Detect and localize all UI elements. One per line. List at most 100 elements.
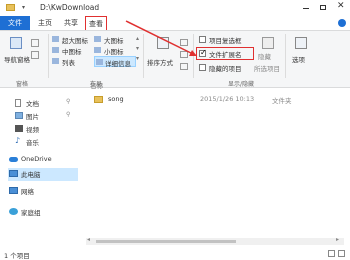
add-columns-icon[interactable] bbox=[180, 51, 188, 58]
sort-label: 排序方式 bbox=[147, 59, 173, 67]
separator bbox=[48, 34, 49, 78]
scroll-left-icon[interactable]: ◂ bbox=[87, 236, 90, 243]
tab-file[interactable]: 文件 bbox=[0, 16, 30, 30]
music-icon: ♪ bbox=[15, 136, 21, 145]
file-date: 2015/1/26 10:13 bbox=[200, 95, 255, 103]
scrollbar-thumb[interactable] bbox=[96, 240, 236, 243]
hidden-items-toggle[interactable]: 隐藏的项目 bbox=[199, 63, 255, 73]
separator bbox=[193, 34, 194, 78]
group-by-icon[interactable] bbox=[180, 39, 188, 46]
pin-icon[interactable]: ⚲ bbox=[66, 111, 70, 118]
nav-item-network[interactable]: 网络 bbox=[6, 186, 76, 196]
minimize-icon bbox=[303, 8, 309, 9]
ribbon-tabs: 文件 主页 共享 查看 bbox=[0, 16, 350, 30]
layout-details[interactable]: 详细信息 bbox=[94, 56, 136, 68]
homegroup-icon bbox=[9, 208, 18, 215]
nav-pane-label: 导航窗格 bbox=[4, 56, 30, 64]
size-columns-icon[interactable] bbox=[180, 63, 188, 70]
hide-selected-button[interactable]: 隐藏 所选项目 bbox=[254, 35, 284, 73]
scroll-up-icon[interactable]: ▴ bbox=[136, 35, 139, 42]
separator bbox=[285, 34, 286, 78]
nav-item-homegroup[interactable]: 家庭组 bbox=[6, 207, 76, 217]
videos-icon bbox=[15, 125, 23, 132]
pin-icon[interactable]: ⚲ bbox=[66, 98, 70, 105]
checkbox[interactable] bbox=[199, 64, 206, 71]
nav-item-videos[interactable]: 视频 bbox=[12, 124, 72, 134]
status-bar: 1 个项目 bbox=[0, 248, 350, 260]
file-ext-highlight bbox=[196, 47, 254, 60]
help-icon[interactable] bbox=[338, 19, 346, 27]
details-icon bbox=[96, 59, 103, 65]
nav-pane-icon bbox=[10, 37, 22, 49]
scroll-down-icon[interactable]: ▾ bbox=[136, 45, 139, 52]
nav-item-documents[interactable]: 文档 ⚲ bbox=[12, 98, 72, 108]
tab-share[interactable]: 共享 bbox=[59, 16, 83, 30]
layout-label: 小图标 bbox=[104, 48, 124, 56]
nav-item-music[interactable]: ♪ 音乐 bbox=[12, 136, 72, 147]
hide-icon bbox=[262, 37, 274, 49]
large-icons-view-icon[interactable] bbox=[338, 250, 345, 257]
window-title: D:\KwDownload bbox=[40, 3, 100, 12]
list-icon bbox=[52, 58, 59, 64]
nav-item-onedrive[interactable]: OneDrive bbox=[6, 155, 76, 165]
layout-large[interactable]: 大图标 bbox=[94, 35, 132, 45]
minimize-button[interactable] bbox=[300, 2, 312, 13]
nav-label: 视频 bbox=[26, 126, 39, 134]
layout-list[interactable]: 列表 bbox=[52, 57, 94, 67]
file-type: 文件夹 bbox=[272, 97, 292, 105]
nav-item-this-pc[interactable]: 此电脑 bbox=[6, 169, 76, 179]
layout-medium[interactable]: 中图标 bbox=[52, 46, 94, 56]
folder-icon bbox=[6, 4, 15, 11]
close-icon: ✕ bbox=[337, 1, 345, 11]
maximize-button[interactable] bbox=[317, 2, 329, 13]
nav-label: 音乐 bbox=[26, 139, 39, 147]
title-bar: ▾ D:\KwDownload ✕ bbox=[0, 0, 350, 16]
layout-label: 超大图标 bbox=[62, 37, 88, 45]
expand-icon[interactable]: ▾ bbox=[136, 55, 139, 62]
layout-small[interactable]: 小图标 bbox=[94, 46, 132, 56]
layout-label: 大图标 bbox=[104, 37, 124, 45]
layout-label: 中图标 bbox=[62, 48, 82, 56]
small-icons-icon bbox=[94, 47, 101, 53]
options-icon bbox=[295, 37, 307, 49]
sort-icon bbox=[157, 37, 169, 49]
checkbox[interactable] bbox=[199, 36, 206, 43]
nav-label: OneDrive bbox=[21, 155, 52, 163]
nav-item-pictures[interactable]: 图片 ⚲ bbox=[12, 111, 72, 121]
close-button[interactable]: ✕ bbox=[334, 1, 346, 13]
maximize-icon bbox=[320, 5, 326, 10]
sort-button[interactable]: 排序方式 bbox=[147, 35, 179, 71]
computer-icon bbox=[9, 170, 18, 177]
dropdown-icon[interactable]: ▾ bbox=[22, 4, 25, 11]
nav-label: 文档 bbox=[26, 100, 39, 108]
nav-pane-button[interactable]: 导航窗格 bbox=[4, 35, 30, 69]
options-label: 选项 bbox=[292, 56, 305, 64]
layout-extra-large[interactable]: 超大图标 bbox=[52, 35, 94, 45]
nav-label: 图片 bbox=[26, 113, 39, 121]
nav-label: 网络 bbox=[21, 188, 34, 196]
tab-home[interactable]: 主页 bbox=[33, 16, 57, 30]
large-icons-icon bbox=[94, 36, 101, 42]
details-view-icon[interactable] bbox=[328, 250, 335, 257]
column-header-name[interactable]: 名称 bbox=[90, 80, 103, 90]
details-pane-icon[interactable] bbox=[31, 51, 39, 59]
medium-icons-icon bbox=[52, 47, 59, 53]
tab-view[interactable]: 查看 bbox=[85, 16, 107, 30]
documents-icon bbox=[15, 99, 21, 107]
separator bbox=[143, 34, 144, 78]
group-label-panes: 窗格 bbox=[16, 81, 29, 88]
nav-label: 此电脑 bbox=[21, 171, 41, 179]
horizontal-scrollbar[interactable]: ◂ ▸ bbox=[86, 236, 344, 245]
preview-icon[interactable] bbox=[31, 39, 39, 47]
hide-label: 隐藏 bbox=[258, 53, 271, 61]
checkbox-label: 项目复选框 bbox=[209, 37, 242, 45]
layout-label: 列表 bbox=[62, 59, 75, 67]
file-list: 名称 song 2015/1/26 10:13 文件夹 bbox=[84, 78, 348, 246]
list-item[interactable]: song 2015/1/26 10:13 文件夹 bbox=[92, 94, 322, 105]
quick-access-toolbar[interactable]: ▾ bbox=[18, 4, 32, 11]
options-button[interactable]: 选项 bbox=[290, 35, 312, 69]
large-icons-icon bbox=[52, 36, 59, 42]
item-checkboxes-toggle[interactable]: 项目复选框 bbox=[199, 35, 255, 45]
checkbox-label: 隐藏的项目 bbox=[209, 65, 242, 73]
scroll-right-icon[interactable]: ▸ bbox=[336, 236, 339, 243]
